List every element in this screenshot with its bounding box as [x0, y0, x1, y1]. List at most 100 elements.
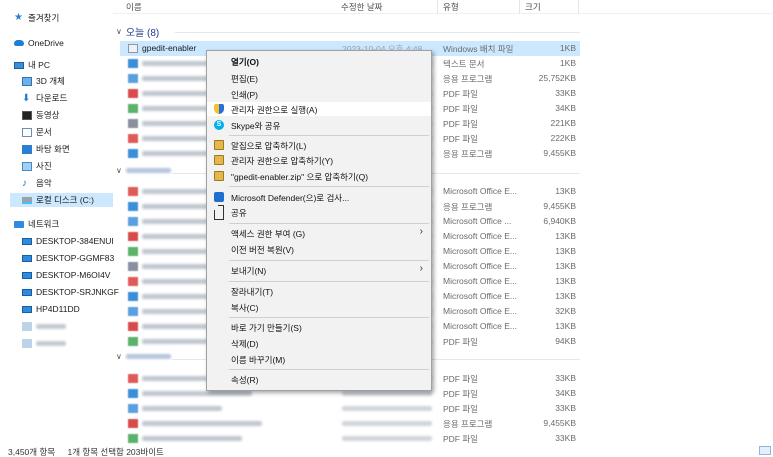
file-size: 94KB [555, 336, 576, 346]
share-icon [214, 210, 224, 220]
nav-label: 문서 [36, 127, 52, 137]
nav-label: 로컬 디스크 (C:) [36, 195, 94, 205]
menu-skype-share[interactable]: S Skype와 공유 [207, 118, 431, 132]
menu-label: 이름 바꾸기(M) [231, 355, 286, 365]
details-view-button[interactable] [759, 446, 771, 455]
nav-desktop[interactable]: 바탕 화면 [22, 142, 70, 156]
file-row[interactable]: 응용 프로그램 9,455KB [120, 416, 580, 431]
menu-separator [229, 186, 429, 187]
menu-send-to[interactable]: 보내기(N) › [207, 263, 431, 277]
menu-edit[interactable]: 편집(E) [207, 71, 431, 85]
column-divider[interactable] [578, 0, 579, 14]
menu-compress-admin[interactable]: 관리자 권한으로 압축하기(Y) [207, 153, 431, 167]
download-icon: ⬇ [22, 92, 31, 104]
file-row[interactable]: PDF 파일 33KB [120, 401, 580, 416]
file-icon [128, 119, 138, 128]
menu-label: 삭제(D) [231, 339, 259, 349]
file-icon [128, 277, 138, 286]
nav-this-pc[interactable]: 내 PC [14, 58, 50, 72]
column-name[interactable]: 이름 [126, 1, 142, 13]
file-size: 13KB [555, 291, 576, 301]
menu-label: 보내기(N) [231, 266, 267, 276]
item-count: 3,450개 항목 [8, 447, 56, 457]
file-type: Microsoft Office E... [443, 321, 518, 331]
menu-compress[interactable]: 알집으로 압축하기(L) [207, 138, 431, 152]
monitor-icon [22, 288, 32, 296]
file-type: Microsoft Office E... [443, 306, 518, 316]
nav-onedrive[interactable]: OneDrive [14, 36, 64, 50]
nav-network[interactable]: 네트워크 [14, 217, 59, 231]
file-type: Microsoft Office E... [443, 261, 518, 271]
nav-local-disk[interactable]: 로컬 디스크 (C:) [10, 193, 113, 207]
group-header[interactable]: ∨ [116, 166, 171, 175]
nav-videos[interactable]: 동영상 [22, 108, 59, 122]
file-icon [128, 104, 138, 113]
nav-label: DESKTOP-SRJNKGF [36, 287, 119, 297]
menu-share[interactable]: 공유 [207, 205, 431, 220]
menu-delete[interactable]: 삭제(D) [207, 336, 431, 350]
menu-defender-scan[interactable]: Microsoft Defender(으)로 검사... [207, 190, 431, 204]
file-icon [128, 247, 138, 256]
menu-properties[interactable]: 속성(R) [207, 372, 431, 386]
video-icon [22, 110, 32, 120]
menu-print[interactable]: 인쇄(P) [207, 87, 431, 101]
nav-computer[interactable]: HP4D11DD [22, 302, 80, 316]
menu-rename[interactable]: 이름 바꾸기(M) [207, 352, 431, 366]
column-size[interactable]: 크기 [525, 1, 541, 13]
group-header-today[interactable]: ∨ 오늘 (8) [116, 24, 159, 39]
column-divider[interactable] [437, 0, 438, 14]
menu-create-shortcut[interactable]: 바로 가기 만들기(S) [207, 320, 431, 334]
file-type: PDF 파일 [443, 374, 479, 384]
menu-label: 공유 [231, 208, 247, 218]
nav-computer[interactable]: DESKTOP-384ENUI [22, 234, 114, 248]
menu-separator [229, 223, 429, 224]
music-icon: ♪ [22, 177, 27, 189]
file-type: Windows 배치 파일 [443, 44, 514, 54]
menu-give-access[interactable]: 액세스 권한 부여 (G) › [207, 226, 431, 240]
menu-compress-zip[interactable]: "gpedit-enabler.zip" 으로 압축하기(Q) [207, 169, 431, 183]
nav-pictures[interactable]: 사진 [22, 159, 52, 173]
file-size: 222KB [550, 133, 576, 143]
file-type: Microsoft Office E... [443, 186, 518, 196]
nav-computer[interactable]: DESKTOP-SRJNKGF [22, 285, 119, 299]
selection-info: 1개 항목 선택함 203바이트 [67, 447, 164, 457]
nav-label: 사진 [36, 161, 52, 171]
menu-separator [229, 281, 429, 282]
file-icon [128, 232, 138, 241]
file-icon [128, 374, 138, 383]
column-header: 이름 수정한 날짜 유형 크기 [113, 0, 773, 14]
alzip-icon [214, 171, 224, 181]
menu-restore-previous[interactable]: 이전 버전 복원(V) [207, 242, 431, 256]
nav-quick-access[interactable]: ★ 즐겨찾기 [14, 11, 59, 25]
file-size: 9,455KB [543, 418, 576, 428]
nav-redacted[interactable] [22, 319, 66, 333]
redacted-label [125, 168, 171, 173]
menu-open[interactable]: 열기(O) [207, 54, 431, 68]
column-divider[interactable] [519, 0, 520, 14]
column-date[interactable]: 수정한 날짜 [341, 1, 382, 13]
nav-computer[interactable]: DESKTOP-GGMF83 [22, 251, 114, 265]
nav-downloads[interactable]: ⬇ 다운로드 [22, 91, 67, 105]
nav-documents[interactable]: 문서 [22, 125, 52, 139]
file-type: Microsoft Office E... [443, 291, 518, 301]
file-size: 13KB [555, 231, 576, 241]
chevron-down-icon: ∨ [116, 27, 122, 36]
menu-label: 편집(E) [231, 74, 258, 84]
file-type: PDF 파일 [443, 389, 479, 399]
nav-redacted[interactable] [22, 336, 66, 350]
menu-run-as-admin[interactable]: 관리자 권한으로 실행(A) [207, 102, 431, 116]
nav-3d-objects[interactable]: 3D 개체 [22, 74, 65, 88]
nav-label: DESKTOP-GGMF83 [36, 253, 115, 263]
file-type: Microsoft Office E... [443, 246, 518, 256]
group-label: 오늘 (8) [125, 28, 160, 39]
file-icon [128, 262, 138, 271]
file-size: 25,752KB [538, 73, 576, 83]
file-row[interactable]: PDF 파일 33KB [120, 431, 580, 446]
nav-music[interactable]: ♪ 음악 [22, 176, 52, 190]
nav-computer[interactable]: DESKTOP-M6OI4V [22, 268, 110, 282]
menu-cut[interactable]: 잘라내기(T) [207, 284, 431, 298]
menu-copy[interactable]: 복사(C) [207, 300, 431, 314]
group-header[interactable]: ∨ [116, 352, 171, 361]
group-divider [175, 32, 580, 33]
column-type[interactable]: 유형 [443, 1, 459, 13]
